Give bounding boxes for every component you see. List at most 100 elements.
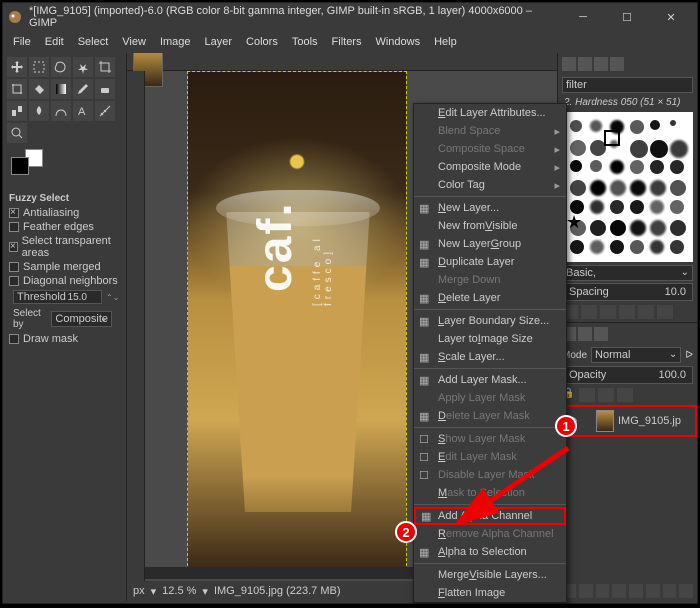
menu-tools[interactable]: Tools (286, 34, 324, 50)
new-group-icon[interactable] (579, 584, 593, 598)
ruler-vertical (127, 71, 145, 601)
brush-dup-icon[interactable] (600, 305, 616, 319)
ctx-alpha-to-selection[interactable]: ▦Alpha to Selection (414, 543, 566, 561)
menu-image[interactable]: Image (154, 34, 197, 50)
tool-transform[interactable] (7, 79, 27, 99)
ctx-composite-mode[interactable]: Composite Mode▸ (414, 158, 566, 176)
opt-drawmask[interactable]: Draw mask (9, 332, 120, 346)
ctx-edit-layer-attributes[interactable]: Edit Layer Attributes... (414, 104, 566, 122)
maximize-button[interactable]: ☐ (605, 4, 649, 30)
tool-gradient[interactable] (51, 79, 71, 99)
selectby-dropdown[interactable]: Composite (51, 311, 112, 327)
tab-channels-icon[interactable] (578, 327, 592, 341)
lock-alpha-icon[interactable] (617, 388, 633, 402)
spacing-slider[interactable]: Spacing10.0 (562, 283, 693, 301)
status-zoom[interactable]: 12.5 % (162, 585, 196, 597)
brush-filter-input[interactable]: filter (562, 77, 693, 93)
tab-patterns-icon[interactable] (578, 57, 592, 71)
tool-smudge[interactable] (29, 101, 49, 121)
opt-diagonal-neighbors[interactable]: Diagonal neighbors (9, 274, 120, 288)
tool-zoom[interactable] (7, 123, 27, 143)
mode-dropdown[interactable]: Normal (591, 347, 681, 363)
minimize-button[interactable]: ─ (561, 4, 605, 30)
merge-layer-icon[interactable] (646, 584, 660, 598)
layer-name[interactable]: IMG_9105.jp (618, 415, 681, 427)
tool-crop[interactable] (95, 57, 115, 77)
opacity-slider[interactable]: Opacity100.0 (562, 366, 693, 384)
fg-color[interactable] (11, 157, 29, 175)
delete-layer-icon[interactable] (679, 584, 693, 598)
tool-pencil[interactable] (73, 79, 93, 99)
tab-fonts-icon[interactable] (594, 57, 608, 71)
ctx-layer-boundary-size[interactable]: ▦Layer Boundary Size... (414, 312, 566, 330)
tool-path[interactable] (51, 101, 71, 121)
brush-new-icon[interactable] (581, 305, 597, 319)
link-icon[interactable] (582, 416, 592, 426)
ctx-new-from-visible[interactable]: New from Visible (414, 217, 566, 235)
ctx-new-layer[interactable]: ▦New Layer... (414, 199, 566, 217)
tool-bucket[interactable] (29, 79, 49, 99)
color-swatches[interactable] (11, 149, 51, 179)
raise-layer-icon[interactable] (596, 584, 610, 598)
gimp-window: *[IMG_9105] (imported)-6.0 (RGB color 8-… (2, 2, 698, 604)
tool-eraser[interactable] (95, 79, 115, 99)
brush-grid[interactable]: ★ (562, 112, 693, 262)
ctx-layer-to-image-size[interactable]: Layer to Image Size (414, 330, 566, 348)
ctx-add-layer-mask[interactable]: ▦Add Layer Mask... (414, 371, 566, 389)
ctx-scale-layer[interactable]: ▦Scale Layer... (414, 348, 566, 366)
toolbox: A (3, 53, 126, 189)
menu-windows[interactable]: Windows (369, 34, 426, 50)
tool-fuzzy-select[interactable] (73, 57, 93, 77)
opt-feather-edges[interactable]: Feather edges (9, 220, 120, 234)
opt-select-transparent-areas[interactable]: Select transparent areas (9, 234, 120, 260)
mask-layer-icon[interactable] (663, 584, 677, 598)
menu-edit[interactable]: Edit (39, 34, 70, 50)
arrow-annotation (443, 443, 583, 533)
status-unit[interactable]: px (133, 585, 145, 597)
brush-preset-dropdown[interactable]: Basic, (562, 265, 693, 281)
image-canvas[interactable]: caf. [caffe al fresco] (187, 71, 407, 571)
menu-filters[interactable]: Filters (326, 34, 368, 50)
tool-text[interactable]: A (73, 101, 93, 121)
tab-brushes-icon[interactable] (562, 57, 576, 71)
tool-move[interactable] (7, 57, 27, 77)
threshold-slider[interactable]: Threshold15.0 ⌃⌄ (9, 288, 120, 306)
tab-paths-icon[interactable] (594, 327, 608, 341)
menu-layer[interactable]: Layer (199, 34, 239, 50)
tab-history-icon[interactable] (610, 57, 624, 71)
ctx-delete-layer[interactable]: ▦Delete Layer (414, 289, 566, 307)
menu-colors[interactable]: Colors (240, 34, 284, 50)
menu-view[interactable]: View (116, 34, 152, 50)
brush-del-icon[interactable] (619, 305, 635, 319)
brush-menu-icon[interactable] (657, 305, 673, 319)
ctx-merge-visible-layers[interactable]: Merge Visible Layers... (414, 566, 566, 584)
tool-rect-select[interactable] (29, 57, 49, 77)
svg-text:A: A (78, 106, 86, 118)
lock-position-icon[interactable] (598, 388, 614, 402)
ctx-blend-space: Blend Space▸ (414, 122, 566, 140)
brush-header: 2. Hardness 050 (51 × 51) (558, 95, 697, 110)
tool-measure[interactable] (95, 101, 115, 121)
close-button[interactable]: ✕ (649, 4, 693, 30)
layer-row[interactable]: 👁 IMG_9105.jp (558, 405, 697, 437)
opt-antialiasing[interactable]: Antialiasing (9, 206, 120, 220)
tool-free-select[interactable] (51, 57, 71, 77)
tool-clone[interactable] (7, 101, 27, 121)
opt-sample-merged[interactable]: Sample merged (9, 260, 120, 274)
selectby-label: Select by (13, 308, 43, 330)
dup-layer-icon[interactable] (629, 584, 643, 598)
app-icon (7, 9, 23, 25)
ctx-duplicate-layer[interactable]: ▦Duplicate Layer (414, 253, 566, 271)
ctx-color-tag[interactable]: Color Tag▸ (414, 176, 566, 194)
menu-file[interactable]: File (7, 34, 37, 50)
layer-thumbnail[interactable] (596, 410, 614, 432)
canvas-image-tagline: [caffe al fresco] (312, 212, 334, 306)
brush-refresh-icon[interactable] (638, 305, 654, 319)
ctx-flatten-image[interactable]: Flatten Image (414, 584, 566, 602)
menu-help[interactable]: Help (428, 34, 463, 50)
brush-buttons (558, 302, 697, 322)
menu-select[interactable]: Select (72, 34, 115, 50)
lock-pixels-icon[interactable] (579, 388, 595, 402)
lower-layer-icon[interactable] (612, 584, 626, 598)
ctx-new-layer-group[interactable]: ▦New Layer Group (414, 235, 566, 253)
